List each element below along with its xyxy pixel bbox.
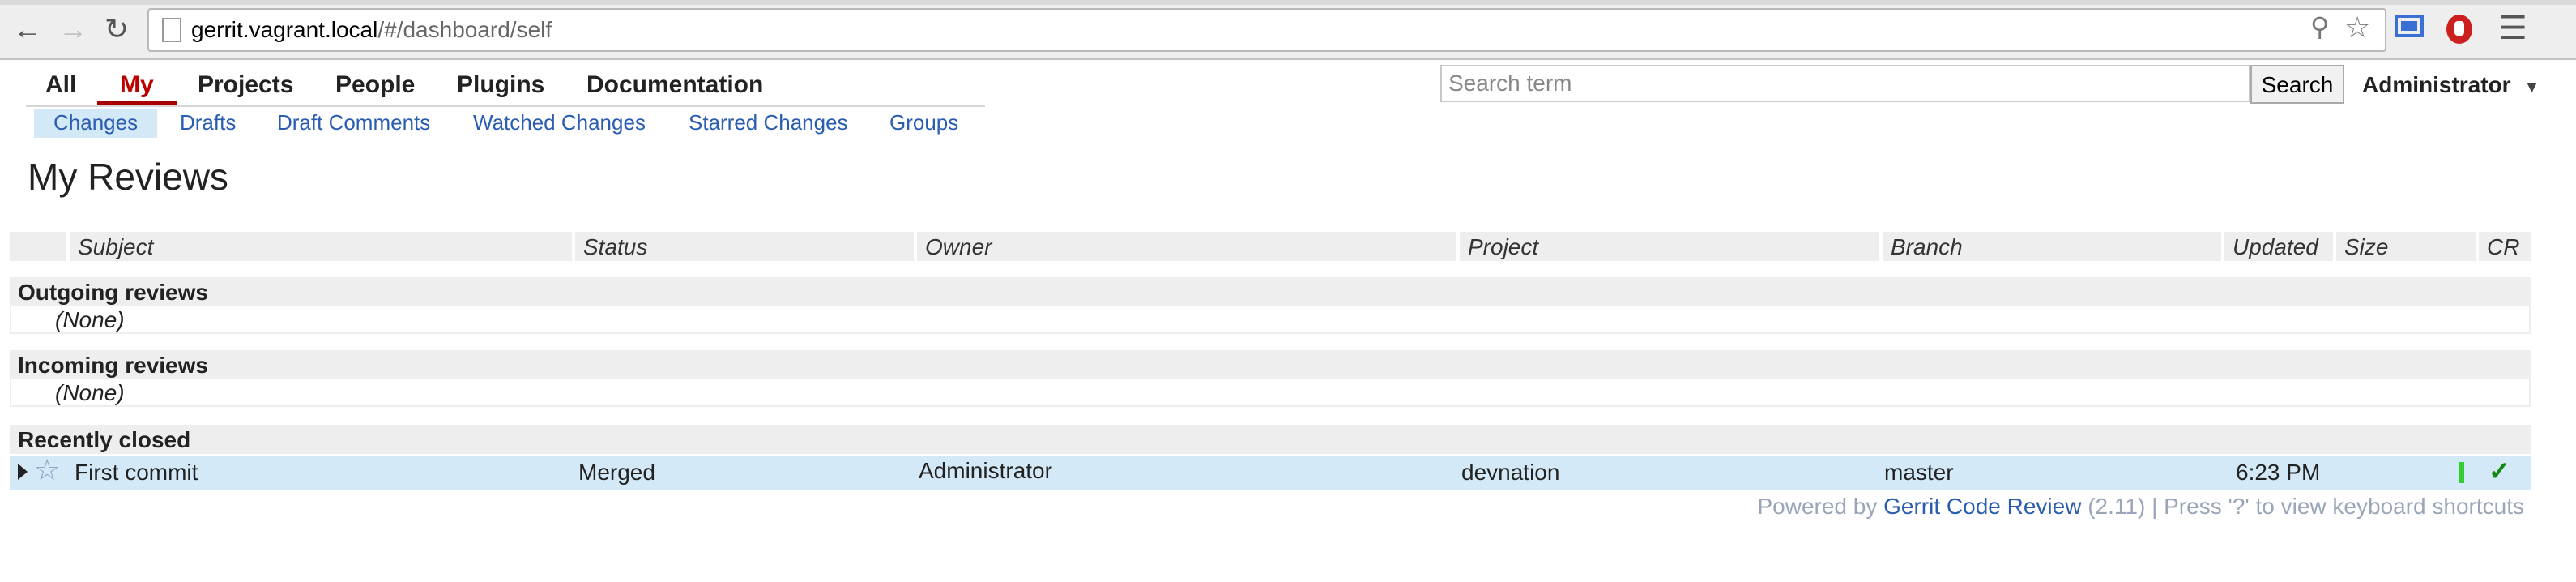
url-host: gerrit.vagrant.local [191,16,378,42]
column-header-owner: Owner [914,232,1456,261]
url-path: /#/dashboard/self [377,16,552,42]
subnav-groups[interactable]: Groups [889,109,958,138]
user-menu[interactable]: Administrator ▼ [2362,71,2540,97]
change-subject-link[interactable]: First commit [75,456,198,490]
table-row[interactable]: ☆ First commit Merged Administrator devn… [10,454,2531,490]
address-bar[interactable]: gerrit.vagrant.local/#/dashboard/self ⚲ … [147,8,2386,52]
tab-plugins[interactable]: Plugins [457,71,544,101]
change-status: Merged [578,459,655,485]
change-owner-link[interactable]: Administrator [919,454,1052,488]
section-empty-row: (None) [10,379,2531,407]
subnav-starred-changes[interactable]: Starred Changes [689,109,848,138]
browser-toolbar: ← → ↻ gerrit.vagrant.local/#/dashboard/s… [0,0,2576,60]
column-header-status: Status [572,232,914,261]
back-icon[interactable]: ← [11,13,44,45]
subnav-changes[interactable]: Changes [34,109,158,138]
section-empty-row: (None) [10,306,2531,334]
column-header-branch: Branch [1879,232,2221,261]
column-header-project: Project [1456,232,1879,261]
page-title: My Reviews [28,156,228,198]
empty-text: (None) [55,379,125,405]
change-project-link[interactable]: devnation [1461,456,1559,490]
search-input[interactable]: Search term [1440,65,2250,102]
gerrit-link[interactable]: Gerrit Code Review [1883,493,2081,519]
empty-text: (None) [55,306,125,332]
bookmark-star-icon[interactable]: ☆ [2344,13,2370,42]
reload-icon[interactable]: ↻ [100,13,133,45]
column-header-subject: Subject [66,232,572,261]
url-text: gerrit.vagrant.local/#/dashboard/self [191,16,552,42]
footer-prefix: Powered by [1757,493,1884,519]
column-header-size: Size [2333,232,2476,261]
cast-icon[interactable] [2395,13,2427,45]
column-header-updated: Updated [2221,232,2333,261]
footer: Powered by Gerrit Code Review (2.11) | P… [1757,493,2524,519]
zoom-icon[interactable]: ⚲ [2310,15,2329,44]
row-pointer-icon [18,464,28,480]
user-name: Administrator [2362,71,2511,97]
screen: ← → ↻ gerrit.vagrant.local/#/dashboard/s… [0,0,2576,582]
tab-all[interactable]: All [45,71,76,101]
star-icon[interactable]: ☆ [34,454,60,488]
tab-projects[interactable]: Projects [198,71,293,101]
section-incoming-reviews: Incoming reviews [10,350,2531,379]
subnav-draft-comments[interactable]: Draft Comments [277,109,430,138]
section-recently-closed: Recently closed [10,425,2531,454]
tab-strip [0,0,2576,5]
menu-icon[interactable]: ☰ [2498,13,2527,45]
search-button[interactable]: Search [2250,65,2344,104]
forward-icon[interactable]: → [57,13,89,45]
subnav-divider [26,105,985,107]
table-header: Subject Status Owner Project Branch Upda… [10,232,2531,261]
tab-my[interactable]: My [120,71,154,101]
size-bar [2459,462,2464,483]
column-header-cr: CR [2476,232,2531,261]
extension-hand-icon[interactable] [2445,13,2477,45]
footer-suffix: (2.11) | Press '?' to view keyboard shor… [2081,493,2524,519]
subnav-drafts[interactable]: Drafts [180,109,236,138]
chevron-down-icon: ▼ [2523,79,2540,97]
tab-people[interactable]: People [335,71,415,101]
page-icon [162,18,181,42]
subnav-watched-changes[interactable]: Watched Changes [473,109,646,138]
section-outgoing-reviews: Outgoing reviews [10,277,2531,306]
tab-documentation[interactable]: Documentation [586,71,763,101]
change-updated: 6:23 PM [2236,459,2321,485]
check-icon: ✓ [2489,459,2510,486]
change-branch-link[interactable]: master [1884,456,1954,490]
